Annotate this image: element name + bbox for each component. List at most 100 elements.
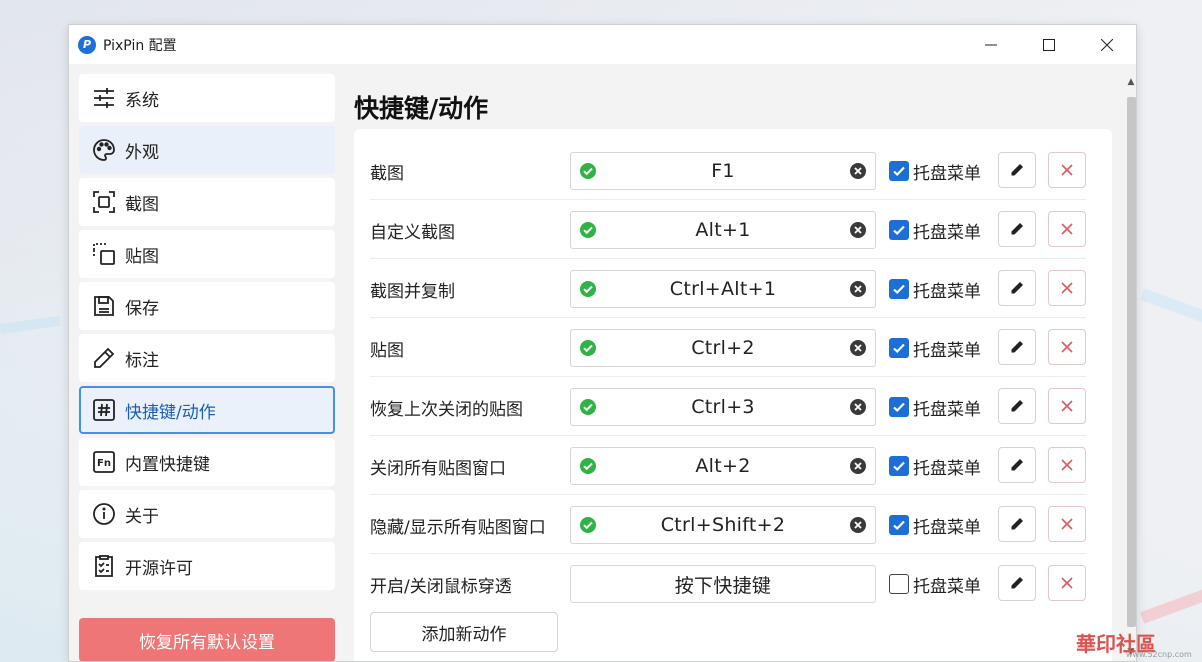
delete-action-button[interactable]: [1048, 329, 1086, 365]
sidebar-item-label: 截图: [125, 194, 159, 215]
delete-action-button[interactable]: [1048, 506, 1086, 542]
bg-decoration: [1140, 288, 1202, 324]
checkmark-icon: [893, 461, 905, 472]
close-icon: [1061, 459, 1073, 471]
sidebar-item-licenses[interactable]: 开源许可: [79, 542, 335, 590]
svg-text:Fn: Fn: [97, 458, 111, 469]
tray-menu-checkbox[interactable]: [889, 279, 909, 299]
watermark-logo: 華印社區 www.52cnp.com: [1076, 622, 1202, 662]
check-circle-icon: [580, 458, 596, 474]
action-label: 截图并复制: [370, 281, 455, 302]
edit-action-button[interactable]: [998, 329, 1036, 365]
hotkey-input[interactable]: Alt+2: [570, 447, 876, 485]
close-icon: [1101, 38, 1113, 51]
hotkey-value: Ctrl+Shift+2: [660, 514, 786, 536]
clear-hotkey-icon[interactable]: [849, 280, 867, 298]
page-title: 快捷键/动作: [354, 94, 489, 123]
delete-action-button[interactable]: [1048, 270, 1086, 306]
clear-hotkey-icon[interactable]: [849, 516, 867, 534]
hotkey-input[interactable]: Ctrl+2: [570, 329, 876, 367]
hotkey-value: 按下快捷键: [674, 574, 772, 597]
check-circle-icon: [580, 163, 596, 179]
tray-menu-checkbox[interactable]: [889, 397, 909, 417]
sidebar-item-label: 关于: [125, 506, 159, 527]
delete-action-button[interactable]: [1048, 152, 1086, 188]
sidebar-item-about[interactable]: 关于: [79, 490, 335, 538]
delete-action-button[interactable]: [1048, 447, 1086, 483]
close-icon: [1061, 400, 1073, 412]
hotkey-row: 隐藏/显示所有贴图窗口 Ctrl+Shift+2 托盘菜单: [370, 496, 1086, 554]
watermark-url: www.52cnp.com: [1126, 650, 1192, 659]
clear-hotkey-icon[interactable]: [849, 398, 867, 416]
minimize-button[interactable]: [962, 25, 1020, 64]
hotkey-value: F1: [711, 160, 735, 182]
checklist-icon: [91, 553, 117, 579]
hotkey-row: 贴图 Ctrl+2 托盘菜单: [370, 319, 1086, 377]
tray-menu-checkbox[interactable]: [889, 161, 909, 181]
sidebar-item-builtin-hotkeys[interactable]: Fn 内置快捷键: [79, 438, 335, 486]
hotkey-value: Ctrl+Alt+1: [669, 278, 777, 300]
sidebar-item-save[interactable]: 保存: [79, 282, 335, 330]
config-window: P PixPin 配置 系统 外观 截图 贴图 保存 标注 快捷键/动作 Fn …: [68, 24, 1137, 662]
sidebar-item-hotkeys[interactable]: 快捷键/动作: [79, 386, 335, 434]
hash-icon: [91, 397, 117, 423]
pixpin-logo-icon: P: [78, 35, 96, 54]
tray-menu-label: 托盘菜单: [913, 222, 981, 243]
hotkey-input[interactable]: F1: [570, 152, 876, 190]
reset-defaults-button[interactable]: 恢复所有默认设置: [79, 618, 335, 661]
maximize-button[interactable]: [1020, 25, 1078, 64]
hotkey-row: 恢复上次关闭的贴图 Ctrl+3 托盘菜单: [370, 378, 1086, 436]
tray-menu-label: 托盘菜单: [913, 340, 981, 361]
sidebar-item-pin[interactable]: 贴图: [79, 230, 335, 278]
scrollbar-thumb[interactable]: [1127, 97, 1136, 627]
sidebar-item-system[interactable]: 系统: [79, 74, 335, 122]
action-label: 贴图: [370, 340, 404, 361]
tray-menu-label: 托盘菜单: [913, 517, 981, 538]
clear-hotkey-icon[interactable]: [849, 339, 867, 357]
sidebar-item-annotate[interactable]: 标注: [79, 334, 335, 382]
pencil-icon: [1011, 518, 1023, 530]
hotkey-value: Alt+2: [695, 455, 751, 477]
hotkey-input[interactable]: 按下快捷键: [570, 565, 876, 603]
tray-menu-checkbox[interactable]: [889, 338, 909, 358]
delete-action-button[interactable]: [1048, 388, 1086, 424]
edit-action-button[interactable]: [998, 270, 1036, 306]
maximize-icon: [1043, 38, 1055, 51]
clear-hotkey-icon[interactable]: [849, 221, 867, 239]
hotkey-row: 关闭所有贴图窗口 Alt+2 托盘菜单: [370, 437, 1086, 495]
delete-action-button[interactable]: [1048, 565, 1086, 601]
delete-action-button[interactable]: [1048, 211, 1086, 247]
clear-hotkey-icon[interactable]: [849, 162, 867, 180]
hotkey-panel: 截图 F1 托盘菜单 自定义截图 Alt+1 托盘菜单 截图并复制 Ctrl+A…: [354, 129, 1112, 661]
clear-hotkey-icon[interactable]: [849, 457, 867, 475]
close-button[interactable]: [1078, 25, 1136, 64]
sidebar-item-label: 保存: [125, 298, 159, 319]
tray-menu-label: 托盘菜单: [913, 458, 981, 479]
sidebar-item-screenshot[interactable]: 截图: [79, 178, 335, 226]
pencil-icon: [1011, 459, 1023, 471]
edit-action-button[interactable]: [998, 447, 1036, 483]
edit-action-button[interactable]: [998, 565, 1036, 601]
edit-action-button[interactable]: [998, 211, 1036, 247]
sidebar-item-appearance[interactable]: 外观: [79, 126, 335, 174]
hotkey-value: Ctrl+2: [691, 337, 755, 359]
hotkey-value: Ctrl+3: [691, 396, 755, 418]
tray-menu-checkbox[interactable]: [889, 574, 909, 594]
checkmark-icon: [893, 402, 905, 413]
window-controls: [962, 25, 1136, 64]
tray-menu-checkbox[interactable]: [889, 456, 909, 476]
tray-menu-checkbox[interactable]: [889, 515, 909, 535]
edit-action-button[interactable]: [998, 388, 1036, 424]
scroll-up-arrow-icon[interactable]: ▲: [1126, 77, 1136, 91]
hotkey-input[interactable]: Ctrl+Shift+2: [570, 506, 876, 544]
hotkey-input[interactable]: Ctrl+Alt+1: [570, 270, 876, 308]
edit-action-button[interactable]: [998, 506, 1036, 542]
edit-action-button[interactable]: [998, 152, 1036, 188]
tray-menu-checkbox[interactable]: [889, 220, 909, 240]
hotkey-input[interactable]: Ctrl+3: [570, 388, 876, 426]
add-action-button[interactable]: 添加新动作: [370, 612, 558, 652]
close-icon: [1061, 223, 1073, 235]
hotkey-value: Alt+1: [695, 219, 751, 241]
scrollbar[interactable]: ▲ ▼: [1125, 75, 1136, 661]
hotkey-input[interactable]: Alt+1: [570, 211, 876, 249]
